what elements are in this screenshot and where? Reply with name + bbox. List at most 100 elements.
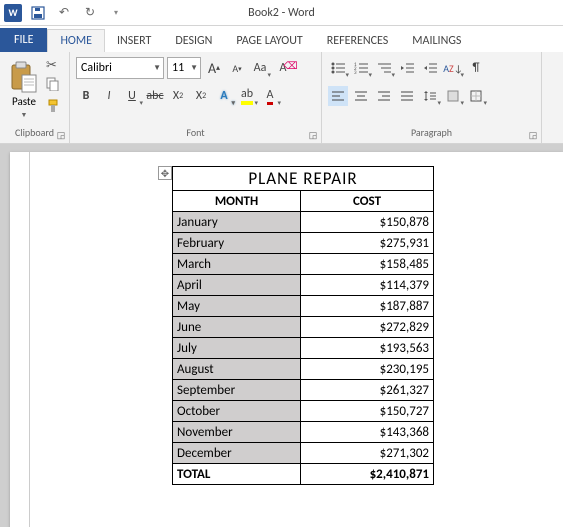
tab-mailings[interactable]: MAILINGS [400, 30, 473, 52]
align-center-icon[interactable] [351, 86, 371, 106]
increase-indent-icon[interactable] [420, 58, 440, 78]
shading-icon[interactable] [443, 86, 463, 106]
borders-icon[interactable] [466, 86, 486, 106]
align-left-icon[interactable] [328, 86, 348, 106]
line-spacing-icon[interactable] [420, 86, 440, 106]
redo-icon[interactable]: ↻ [80, 3, 100, 23]
tab-references[interactable]: REFERENCES [315, 30, 401, 52]
cost-cell[interactable]: $187,887 [301, 296, 434, 317]
highlight-icon[interactable]: ab [237, 86, 257, 106]
font-size-combo[interactable]: 11▼ [167, 57, 201, 79]
svg-text:3: 3 [354, 70, 357, 74]
paragraph-launcher-icon[interactable]: ◲ [527, 129, 539, 141]
table-row[interactable]: April$114,379 [173, 275, 434, 296]
table-row[interactable]: July$193,563 [173, 338, 434, 359]
superscript-button[interactable]: X2 [191, 86, 211, 106]
format-painter-icon[interactable] [46, 99, 60, 117]
align-right-icon[interactable] [374, 86, 394, 106]
month-cell[interactable]: March [173, 254, 301, 275]
text-effects-icon[interactable]: A [214, 86, 234, 106]
save-icon[interactable] [28, 3, 48, 23]
qat-customize-icon[interactable]: ▾ [106, 3, 126, 23]
total-cost[interactable]: $2,410,871 [301, 464, 434, 485]
table-row[interactable]: March$158,485 [173, 254, 434, 275]
month-cell[interactable]: November [173, 422, 301, 443]
numbering-icon[interactable]: 123 [351, 58, 371, 78]
month-cell[interactable]: September [173, 380, 301, 401]
chevron-down-icon: ▼ [190, 63, 198, 73]
cost-cell[interactable]: $143,368 [301, 422, 434, 443]
word-icon: W [4, 4, 22, 22]
cost-cell[interactable]: $261,327 [301, 380, 434, 401]
cost-cell[interactable]: $271,302 [301, 443, 434, 464]
month-cell[interactable]: June [173, 317, 301, 338]
group-clipboard: Paste ▼ ✂ Clipboard ◲ [0, 52, 70, 143]
cost-cell[interactable]: $230,195 [301, 359, 434, 380]
cost-cell[interactable]: $193,563 [301, 338, 434, 359]
document-table[interactable]: PLANE REPAIR MONTH COST January$150,878F… [172, 166, 434, 485]
cost-cell[interactable]: $158,485 [301, 254, 434, 275]
ribbon: Paste ▼ ✂ Clipboard ◲ Calibri ▼ 11▼ A▴ A▾… [0, 52, 563, 144]
month-cell[interactable]: August [173, 359, 301, 380]
paste-button[interactable]: Paste ▼ [6, 56, 42, 124]
table-row[interactable]: October$150,727 [173, 401, 434, 422]
shrink-font-icon[interactable]: A▾ [227, 58, 247, 78]
cost-cell[interactable]: $272,829 [301, 317, 434, 338]
font-color-icon[interactable]: A [260, 86, 280, 106]
grow-font-icon[interactable]: A▴ [204, 58, 224, 78]
tab-page-layout[interactable]: PAGE LAYOUT [224, 30, 314, 52]
group-font: Calibri ▼ 11▼ A▴ A▾ Aa A⌫ B I U abc X2 X2… [70, 52, 322, 143]
month-cell[interactable]: December [173, 443, 301, 464]
clipboard-launcher-icon[interactable]: ◲ [55, 129, 67, 141]
table-row[interactable]: May$187,887 [173, 296, 434, 317]
sort-icon[interactable]: AZ↓ [443, 58, 463, 78]
cost-cell[interactable]: $150,878 [301, 212, 434, 233]
chevron-down-icon: ▼ [153, 63, 161, 73]
font-launcher-icon[interactable]: ◲ [307, 129, 319, 141]
cost-cell[interactable]: $150,727 [301, 401, 434, 422]
cost-cell[interactable]: $275,931 [301, 233, 434, 254]
month-cell[interactable]: May [173, 296, 301, 317]
table-title[interactable]: PLANE REPAIR [173, 167, 434, 191]
table-row[interactable]: August$230,195 [173, 359, 434, 380]
month-cell[interactable]: February [173, 233, 301, 254]
table-row[interactable]: February$275,931 [173, 233, 434, 254]
document-area: ✥ PLANE REPAIR MONTH COST January$150,87… [0, 144, 563, 527]
strikethrough-button[interactable]: abc [145, 86, 165, 106]
decrease-indent-icon[interactable] [397, 58, 417, 78]
change-case-icon[interactable]: Aa [250, 58, 270, 78]
table-row[interactable]: November$143,368 [173, 422, 434, 443]
bullets-icon[interactable] [328, 58, 348, 78]
tab-design[interactable]: DESIGN [163, 30, 224, 52]
undo-icon[interactable]: ↶ [54, 3, 74, 23]
justify-icon[interactable] [397, 86, 417, 106]
month-cell[interactable]: April [173, 275, 301, 296]
underline-button[interactable]: U [122, 86, 142, 106]
font-name-value: Calibri [81, 61, 112, 75]
multilevel-list-icon[interactable] [374, 58, 394, 78]
month-cell[interactable]: January [173, 212, 301, 233]
cost-cell[interactable]: $114,379 [301, 275, 434, 296]
month-cell[interactable]: October [173, 401, 301, 422]
month-cell[interactable]: July [173, 338, 301, 359]
tab-file[interactable]: FILE [0, 28, 47, 52]
cut-icon[interactable]: ✂ [46, 58, 60, 73]
table-row[interactable]: January$150,878 [173, 212, 434, 233]
subscript-button[interactable]: X2 [168, 86, 188, 106]
clear-formatting-icon[interactable]: A⌫ [273, 58, 293, 78]
bold-button[interactable]: B [76, 86, 96, 106]
page-paper[interactable]: ✥ PLANE REPAIR MONTH COST January$150,87… [10, 152, 563, 527]
total-label[interactable]: TOTAL [173, 464, 301, 485]
tab-insert[interactable]: INSERT [105, 30, 163, 52]
header-cost[interactable]: COST [301, 191, 434, 212]
copy-icon[interactable] [46, 77, 60, 95]
table-row[interactable]: December$271,302 [173, 443, 434, 464]
header-month[interactable]: MONTH [173, 191, 301, 212]
table-row[interactable]: September$261,327 [173, 380, 434, 401]
italic-button[interactable]: I [99, 86, 119, 106]
table-move-handle-icon[interactable]: ✥ [158, 166, 172, 180]
table-row[interactable]: June$272,829 [173, 317, 434, 338]
tab-home[interactable]: HOME [47, 29, 105, 52]
show-marks-icon[interactable]: ¶ [466, 58, 486, 78]
font-name-combo[interactable]: Calibri ▼ [76, 57, 164, 79]
